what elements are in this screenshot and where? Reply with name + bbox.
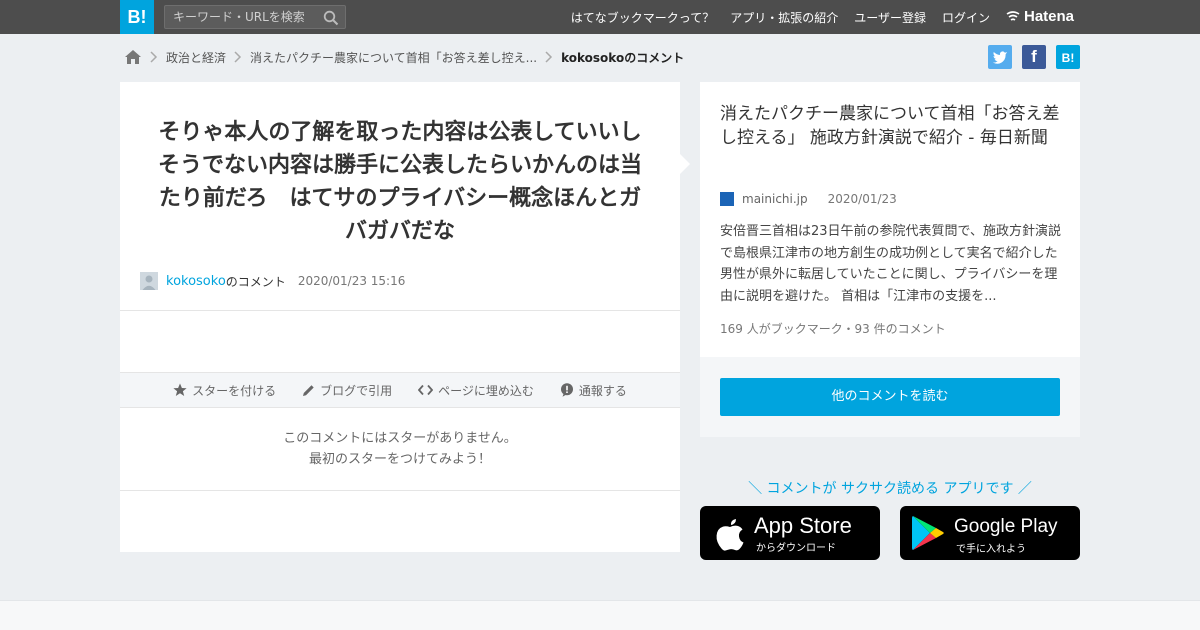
nav-about[interactable]: はてなブックマークって？ [571,9,714,26]
twitter-share-button[interactable] [988,45,1012,69]
breadcrumb-current: kokosokoのコメント [561,50,685,65]
pencil-icon [303,384,314,396]
entry-stats[interactable]: 169 人がブックマーク・93 件のコメント [720,320,946,337]
share-buttons: f B! [988,45,1080,69]
comment-text: そりゃ本人の了解を取った内容は公表していいしそうでない内容は勝手に公表したらいか… [157,120,642,244]
report-button[interactable]: 通報する [560,382,627,399]
apple-icon [716,519,744,551]
google-play-title: Google Play [954,516,1058,537]
nav-register[interactable]: ユーザー登録 [854,9,926,26]
header-nav: はてなブックマークって？ アプリ・拡張の紹介 ユーザー登録 ログイン [571,0,990,34]
comment-meta: kokosoko のコメント 2020/01/23 15:16 [140,272,405,290]
nav-apps[interactable]: アプリ・拡張の紹介 [730,9,838,26]
add-star-button[interactable]: スターを付ける [173,382,276,399]
blog-quote-button[interactable]: ブログで引用 [302,382,392,399]
chevron-right-icon [545,51,553,63]
user-avatar-icon [140,272,158,290]
comment-user-suffix: のコメント [225,274,286,289]
hatena-bookmark-logo[interactable]: B! [120,0,154,34]
embed-label: ページに埋め込む [438,383,534,398]
google-play-subtitle: で手に入れよう [956,544,1026,555]
entry-domain[interactable]: mainichi.jp [742,192,808,206]
app-store-subtitle: からダウンロード [756,543,836,554]
app-store-title: App Store [754,513,852,538]
entry-title[interactable]: 消えたパクチー農家について首相「お答え差し控える」 施政方針演説で紹介 - 毎日… [720,102,1065,150]
hatena-brand-link[interactable]: Hatena [1006,8,1074,25]
comment-username[interactable]: kokosoko [166,274,226,289]
breadcrumb-entry[interactable]: 消えたパクチー農家について首相「お答え差し控え... [250,49,537,66]
card-pointer [680,154,690,174]
entry-card-footer: 他のコメントを読む [700,357,1080,437]
comment-card: そりゃ本人の了解を取った内容は公表していいしそうでない内容は勝手に公表したらいか… [120,82,680,552]
hatena-brand-text: Hatena [1024,8,1075,25]
app-store-button[interactable]: App Store からダウンロード [700,506,880,560]
search-input[interactable] [173,9,317,25]
search-icon[interactable] [323,10,339,26]
nav-login[interactable]: ログイン [942,9,990,26]
search-box[interactable] [164,5,346,29]
entry-date: 2020/01/23 [827,192,897,206]
footer-band [0,600,1200,630]
read-other-comments-button[interactable]: 他のコメントを読む [720,378,1060,416]
home-icon[interactable] [124,49,142,65]
star-icon [173,383,187,396]
facebook-icon: f [1031,47,1037,66]
breadcrumb-category[interactable]: 政治と経済 [166,49,226,66]
chevron-right-icon [150,51,158,63]
google-play-icon [912,516,944,550]
entry-source: mainichi.jp 2020/01/23 [720,192,897,206]
chevron-right-icon [234,51,242,63]
breadcrumb: 政治と経済 消えたパクチー農家について首相「お答え差し控え... kokosok… [124,46,684,68]
comment-actions: スターを付ける ブログで引用 ページに埋め込む 通報する [120,372,680,408]
report-label: 通報する [578,383,627,398]
code-icon [418,384,434,396]
divider [120,490,680,491]
divider [120,310,680,311]
add-star-label: スターを付ける [192,383,277,398]
entry-description: 安倍晋三首相は23日午前の参院代表質問で、施政方針演説で島根県江津市の地方創生の… [720,224,1062,304]
avatar[interactable] [140,272,158,290]
site-favicon-icon [720,192,734,206]
facebook-share-button[interactable]: f [1022,45,1046,69]
report-icon [560,383,573,397]
hatena-share-button[interactable]: B! [1056,45,1080,69]
google-play-button[interactable]: Google Play で手に入れよう [900,506,1080,560]
comment-datetime[interactable]: 2020/01/23 15:16 [298,274,406,288]
app-promo-tagline: ＼ コメントが サクサク読める アプリです ／ [748,481,1032,497]
embed-button[interactable]: ページに埋め込む [418,382,534,399]
hatena-bookmark-icon: B! [1061,51,1075,65]
top-bar: B! はてなブックマークって？ アプリ・拡張の紹介 ユーザー登録 ログイン Ha… [0,0,1200,34]
no-star-line-1: このコメントにはスターがありません。 [283,431,517,446]
twitter-icon [992,51,1007,64]
no-star-line-2: 最初のスターをつけてみよう！ [308,452,491,467]
hatena-logo-icon [1006,10,1020,21]
entry-card: 消えたパクチー農家について首相「お答え差し控える」 施政方針演説で紹介 - 毎日… [700,82,1080,357]
blog-quote-label: ブログで引用 [320,383,393,398]
no-star-message: このコメントにはスターがありません。 最初のスターをつけてみよう！ [120,428,680,470]
